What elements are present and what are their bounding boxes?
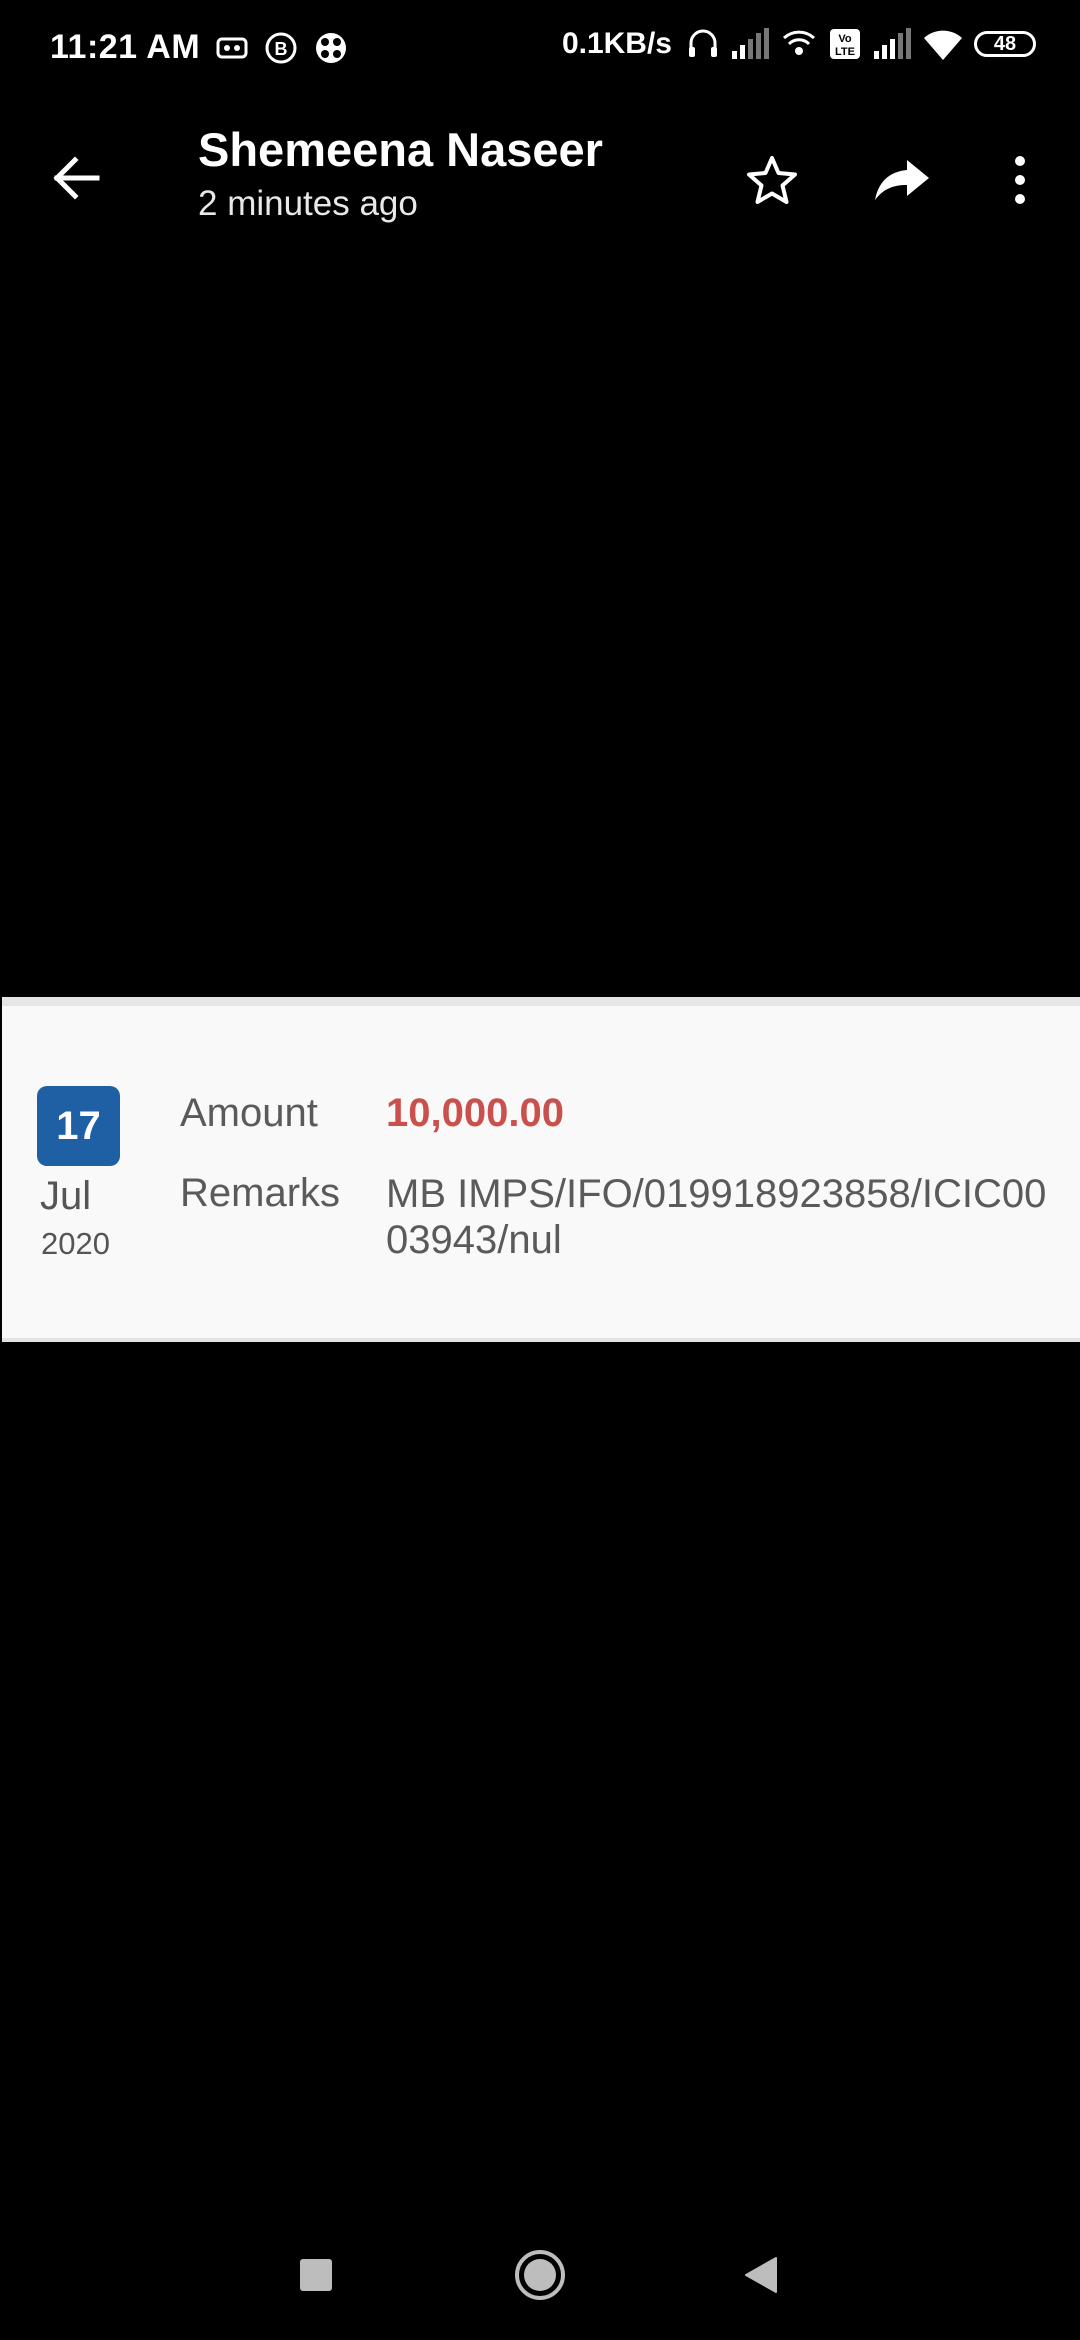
headset-icon [689,29,717,57]
status-bar: 11:21 AM B 0.1KB/s Vo LTE 48 [0,0,1080,96]
status-time: 11:21 AM [50,28,201,66]
more-options-button[interactable] [978,138,1062,222]
system-nav-bar [0,2220,1080,2330]
remarks-value: MB IMPS/IFO/019918923858/ICIC0003943/nul [386,1172,1047,1262]
wifi-hotspot-icon [782,30,816,55]
message-viewer-screen: 11:21 AM B 0.1KB/s Vo LTE 48 Shemeena Na… [0,0,1080,2340]
b-badge-icon: B [265,32,297,64]
svg-text:LTE: LTE [835,46,855,58]
svg-text:Vo: Vo [838,33,852,45]
app-grid-icon [316,33,346,63]
amount-label: Amount [180,1091,318,1135]
circle-icon [515,2250,565,2300]
nav-back-button[interactable] [740,2254,782,2296]
arrow-left-icon [53,156,100,200]
app-bar: Shemeena Naseer 2 minutes ago [0,100,1080,250]
sender-name: Shemeena Naseer [198,123,603,176]
square-icon [300,2259,332,2291]
volte-icon: Vo LTE [830,29,860,59]
remarks-label: Remarks [180,1171,341,1215]
triangle-back-icon [745,2257,777,2293]
back-button[interactable] [36,138,116,218]
battery-indicator: 48 [974,31,1036,57]
forward-arrow-icon [875,160,929,200]
nav-home-button[interactable] [513,2248,567,2302]
wifi-icon [924,30,962,60]
signal-icon-2 [874,28,911,59]
svg-text:B: B [275,39,288,59]
notification-icons: B [215,30,349,66]
amount-value: 10,000.00 [386,1091,564,1135]
sent-time: 2 minutes ago [198,184,418,223]
date-year: 2020 [41,1226,110,1261]
vr-icon [216,37,248,59]
signal-icon-1 [732,28,769,59]
nav-recents-button[interactable] [296,2255,336,2295]
forward-button[interactable] [860,138,944,222]
net-speed: 0.1KB/s [561,27,672,60]
transaction-card: 17 Jul 2020 Amount 10,000.00 Remarks MB … [2,997,1080,1342]
date-month: Jul [40,1174,92,1218]
date-day-badge: 17 [37,1086,120,1166]
star-button[interactable] [730,138,814,222]
star-outline-icon [747,156,797,204]
more-vertical-icon [1015,156,1025,204]
status-right: 0.1KB/s Vo LTE 48 [562,26,1036,62]
